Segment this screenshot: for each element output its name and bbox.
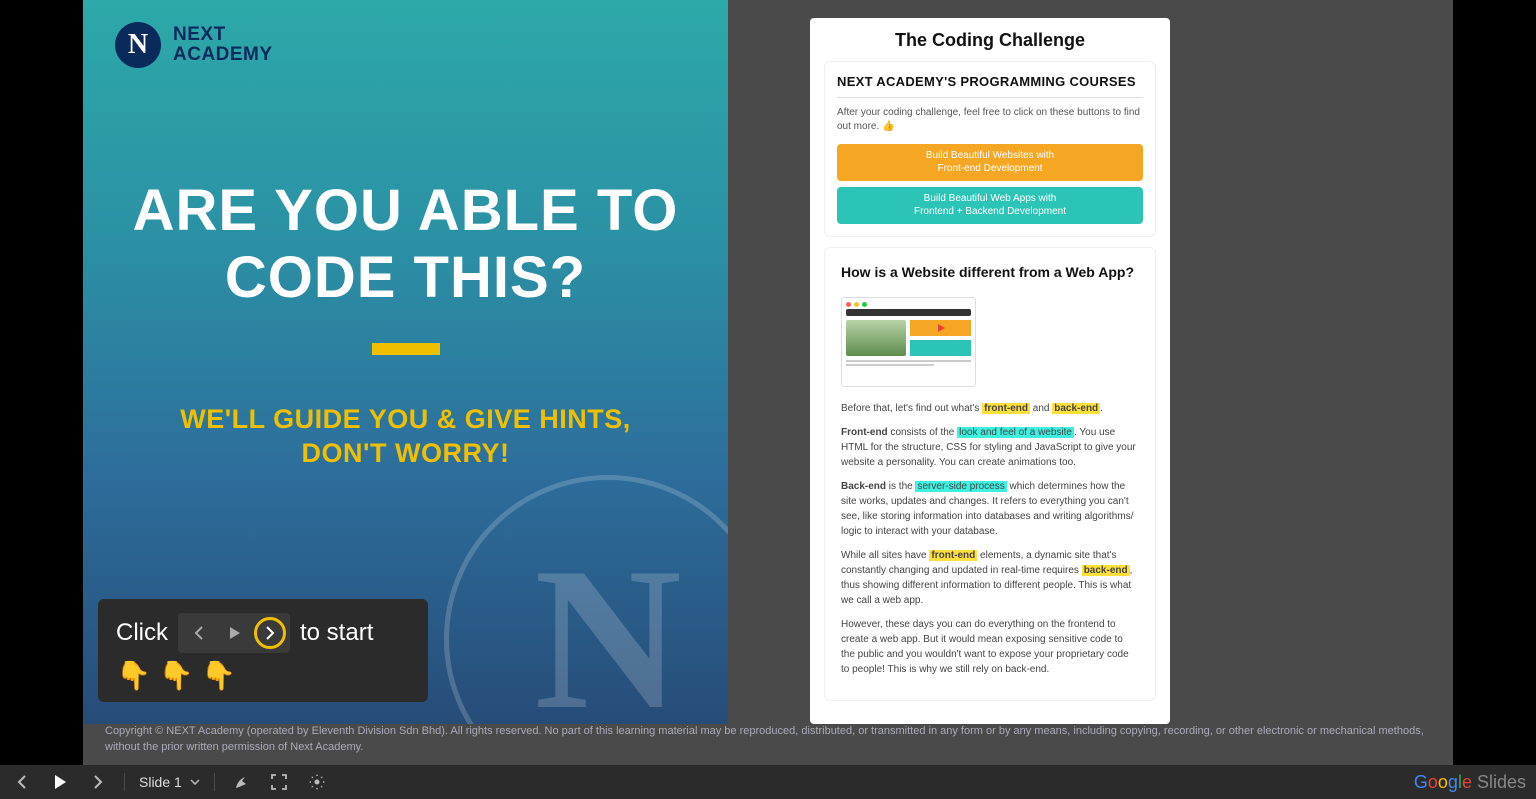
accent-bar <box>372 343 440 355</box>
frontend-course-button[interactable]: Build Beautiful Websites with Front-end … <box>837 144 1143 181</box>
slide-subtitle: WE'LL GUIDE YOU & GIVE HINTS, DON'T WORR… <box>123 403 688 471</box>
svg-text:N: N <box>534 526 681 724</box>
hint-prev-icon <box>182 618 216 648</box>
pointer-button[interactable] <box>229 770 253 794</box>
logo-badge: N <box>115 22 161 68</box>
hint-nav-pill <box>178 613 290 653</box>
logo-text: NEXT ACADEMY <box>173 25 273 65</box>
slide-title: ARE YOU ABLE TO CODE THIS? <box>123 178 688 311</box>
watermark-logo: N <box>438 469 728 724</box>
explain-section: How is a Website different from a Web Ap… <box>824 247 1156 701</box>
play-button[interactable] <box>48 770 72 794</box>
settings-button[interactable] <box>305 770 329 794</box>
slide-selector[interactable]: Slide 1 <box>139 774 200 790</box>
courses-description: After your coding challenge, feel free t… <box>837 106 1143 134</box>
explain-p3: Back-end is the server-side process whic… <box>841 479 1139 539</box>
copyright-text: Copyright © NEXT Academy (operated by El… <box>83 724 1453 765</box>
hint-click-label: Click <box>116 619 168 647</box>
hint-play-icon <box>218 618 252 648</box>
card-title: The Coding Challenge <box>824 30 1156 51</box>
website-mockup-image <box>841 297 976 387</box>
next-slide-button[interactable] <box>86 770 110 794</box>
hint-next-icon <box>254 617 286 649</box>
google-slides-brand: Google Slides <box>1414 772 1526 793</box>
hint-emojis: 👇 👇 👇 <box>116 659 410 692</box>
fullscreen-button[interactable] <box>267 770 291 794</box>
fullstack-course-button[interactable]: Build Beautiful Web Apps with Frontend +… <box>837 187 1143 224</box>
hint-start-label: to start <box>300 619 373 647</box>
explain-p1: Before that, let's find out what's front… <box>841 401 1139 416</box>
courses-heading: NEXT ACADEMY'S PROGRAMMING COURSES <box>837 74 1143 98</box>
explain-p5: However, these days you can do everythin… <box>841 617 1139 677</box>
chevron-down-icon <box>190 779 200 785</box>
slide-right-panel: The Coding Challenge NEXT ACADEMY'S PROG… <box>728 0 1453 724</box>
explain-p4: While all sites have front-end elements,… <box>841 548 1139 608</box>
logo: N NEXT ACADEMY <box>115 22 688 68</box>
slide-left-panel: N NEXT ACADEMY ARE YOU ABLE TO CODE THIS… <box>83 0 728 724</box>
courses-section: NEXT ACADEMY'S PROGRAMMING COURSES After… <box>824 61 1156 237</box>
explain-p2: Front-end consists of the look and feel … <box>841 425 1139 470</box>
challenge-card: The Coding Challenge NEXT ACADEMY'S PROG… <box>810 18 1170 724</box>
prev-slide-button[interactable] <box>10 770 34 794</box>
hint-overlay: Click to start 👇 👇 👇 <box>98 599 428 702</box>
presenter-toolbar: Slide 1 Google Slides <box>0 765 1536 799</box>
explain-heading: How is a Website different from a Web Ap… <box>841 262 1139 283</box>
